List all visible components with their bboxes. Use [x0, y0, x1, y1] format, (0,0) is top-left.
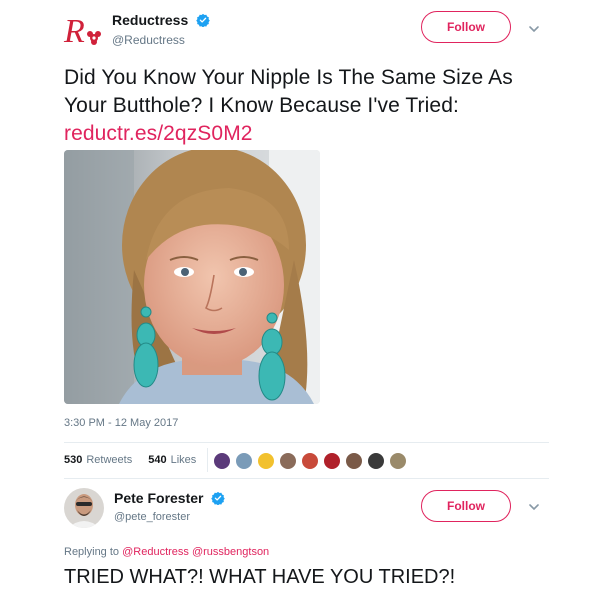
replying-mentions[interactable]: @Reductress @russbengtson — [122, 546, 269, 558]
tweet-link[interactable]: reductr.es/2qzS0M2 — [64, 120, 534, 148]
divider — [64, 478, 549, 479]
replying-to: Replying to @Reductress @russbengtson — [64, 546, 269, 558]
retweets-label[interactable]: Retweets — [86, 454, 132, 466]
liker-avatar[interactable] — [367, 452, 385, 470]
divider — [64, 442, 549, 443]
liker-avatar[interactable] — [345, 452, 363, 470]
chevron-down-icon[interactable] — [527, 22, 541, 36]
replying-prefix: Replying to — [64, 546, 120, 558]
liker-avatar[interactable] — [235, 452, 253, 470]
liker-avatar[interactable] — [301, 452, 319, 470]
retweets-count[interactable]: 530 — [64, 454, 82, 466]
liker-avatar[interactable] — [389, 452, 407, 470]
likes-count[interactable]: 540 — [148, 454, 166, 466]
tweet-text: Did You Know Your Nipple Is The Same Siz… — [64, 64, 534, 148]
author-name-label[interactable]: Pete Forester — [114, 490, 203, 506]
reductress-logo[interactable]: R — [62, 12, 106, 52]
likes-label[interactable]: Likes — [171, 454, 197, 466]
liker-avatar[interactable] — [279, 452, 297, 470]
author-name[interactable]: Pete Forester — [114, 490, 226, 506]
tweet-photo[interactable] — [64, 150, 320, 404]
verified-badge-icon — [211, 491, 226, 505]
avatar[interactable] — [64, 488, 104, 528]
verified-badge-icon — [196, 13, 210, 27]
liker-avatar[interactable] — [257, 452, 275, 470]
follow-button[interactable]: Follow — [421, 490, 511, 522]
follow-button[interactable]: Follow — [421, 11, 511, 43]
liker-avatar[interactable] — [213, 452, 231, 470]
chevron-down-icon[interactable] — [527, 500, 541, 514]
stats-separator — [207, 448, 208, 472]
author-name-label[interactable]: Reductress — [112, 12, 188, 28]
tweet-stats: 530 Retweets 540 Likes — [64, 454, 196, 466]
author-name[interactable]: Reductress — [112, 12, 210, 28]
reply-text: TRIED WHAT?! WHAT HAVE YOU TRIED?! — [64, 566, 456, 588]
tweet-timestamp[interactable]: 3:30 PM - 12 May 2017 — [64, 417, 178, 429]
liker-avatars — [213, 452, 411, 470]
svg-text:R: R — [63, 13, 85, 50]
tweet-body: Did You Know Your Nipple Is The Same Siz… — [64, 66, 513, 117]
author-handle[interactable]: @pete_forester — [114, 511, 190, 523]
liker-avatar[interactable] — [323, 452, 341, 470]
author-handle[interactable]: @Reductress — [112, 33, 185, 47]
